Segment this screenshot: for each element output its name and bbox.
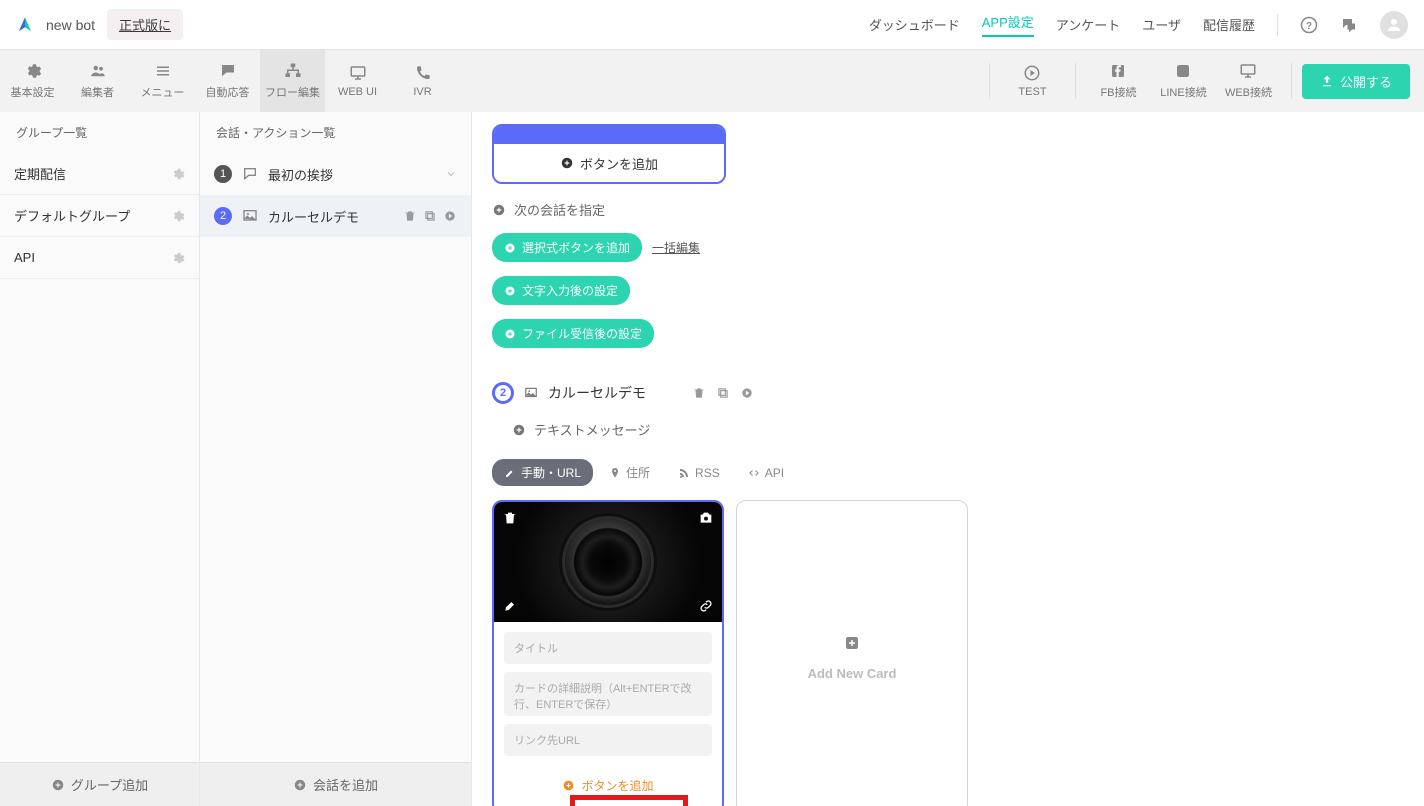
image-icon — [524, 386, 538, 400]
tool-menu[interactable]: メニュー — [130, 50, 195, 112]
group-item-default[interactable]: デフォルトグループ — [0, 195, 199, 237]
pill-add-choice[interactable]: 選択式ボタンを追加 — [492, 233, 642, 262]
section-title: カルーセルデモ — [548, 383, 646, 403]
nav-survey[interactable]: アンケート — [1056, 15, 1120, 34]
tab-manual-url[interactable]: 手動・URL — [492, 459, 593, 486]
pill-text-setting[interactable]: 文字入力後の設定 — [492, 276, 630, 305]
trash-icon[interactable] — [502, 510, 518, 526]
group-item-periodic[interactable]: 定期配信 — [0, 153, 199, 195]
nav-dashboard[interactable]: ダッシュボード — [869, 15, 960, 34]
bulk-edit-link[interactable]: 一括編集 — [652, 239, 700, 256]
tool-basic-settings[interactable]: 基本設定 — [0, 50, 65, 112]
tool-web-ui[interactable]: WEB UI — [325, 50, 390, 112]
add-button-prev[interactable]: ボタンを追加 — [494, 144, 724, 182]
tool-test[interactable]: TEST — [1000, 50, 1065, 112]
help-icon[interactable]: ? — [1300, 16, 1318, 34]
chat-icon[interactable] — [1340, 16, 1358, 34]
card-url-input[interactable]: リンク先URL — [504, 724, 712, 756]
section-number: 2 — [492, 382, 514, 404]
groups-header: グループ一覧 — [0, 112, 199, 153]
play-icon[interactable] — [443, 209, 457, 223]
svg-text:?: ? — [1306, 20, 1312, 31]
trash-icon[interactable] — [403, 209, 417, 223]
tab-api[interactable]: API — [736, 461, 796, 485]
tool-auto-response[interactable]: 自動応答 — [195, 50, 260, 112]
tool-line-connect[interactable]: LINE接続 — [1151, 50, 1216, 112]
add-conversation-button[interactable]: 会話を追加 — [200, 762, 471, 806]
trash-icon[interactable] — [692, 386, 706, 400]
action-item-greeting[interactable]: 1 最初の挨拶 — [200, 153, 471, 195]
link-icon[interactable] — [698, 598, 714, 614]
actions-header: 会話・アクション一覧 — [200, 112, 471, 153]
publish-button[interactable]: 公開する — [1302, 64, 1410, 99]
nav-app-settings[interactable]: APP設定 — [982, 12, 1034, 37]
camera-icon[interactable] — [698, 510, 714, 526]
carousel-card: タイトル カードの詳細説明（Alt+ENTERで改行、ENTERで保存） リンク… — [492, 500, 724, 806]
bot-name: new bot — [46, 17, 95, 33]
gear-icon[interactable] — [171, 251, 185, 265]
play-icon[interactable] — [740, 386, 754, 400]
image-icon — [242, 208, 258, 224]
card-desc-input[interactable]: カードの詳細説明（Alt+ENTERで改行、ENTERで保存） — [504, 672, 712, 716]
chat-bubble-icon — [242, 166, 258, 182]
brush-icon[interactable] — [502, 598, 518, 614]
tool-fb-connect[interactable]: FB接続 — [1086, 50, 1151, 112]
tool-ivr[interactable]: IVR — [390, 50, 455, 112]
tool-flow-edit[interactable]: フロー編集 — [260, 50, 325, 112]
copy-icon[interactable] — [423, 209, 437, 223]
annotation-highlight — [570, 795, 688, 806]
gear-icon[interactable] — [171, 167, 185, 181]
card-image[interactable] — [494, 502, 722, 622]
tool-web-connect[interactable]: WEB接続 — [1216, 50, 1281, 112]
logo-icon — [16, 16, 34, 34]
copy-icon[interactable] — [716, 386, 730, 400]
tool-editors[interactable]: 編集者 — [65, 50, 130, 112]
nav-user[interactable]: ユーザ — [1142, 15, 1181, 34]
pill-file-setting[interactable]: ファイル受信後の設定 — [492, 319, 654, 348]
text-message-row[interactable]: テキストメッセージ — [512, 420, 1252, 439]
tab-address[interactable]: 住所 — [597, 459, 662, 486]
action-item-carousel[interactable]: 2 カルーセルデモ — [200, 195, 471, 237]
add-group-button[interactable]: グループ追加 — [0, 762, 199, 806]
gear-icon[interactable] — [171, 209, 185, 223]
tab-rss[interactable]: RSS — [666, 461, 732, 485]
add-new-card[interactable]: Add New Card — [736, 500, 968, 806]
chevron-down-icon[interactable] — [445, 168, 457, 180]
next-convo-row[interactable]: 次の会話を指定 — [492, 200, 1252, 219]
nav-delivery-history[interactable]: 配信履歴 — [1203, 15, 1255, 34]
card-title-input[interactable]: タイトル — [504, 632, 712, 664]
avatar[interactable] — [1380, 11, 1408, 39]
official-version-button[interactable]: 正式版に — [107, 9, 183, 40]
group-item-api[interactable]: API — [0, 237, 199, 279]
